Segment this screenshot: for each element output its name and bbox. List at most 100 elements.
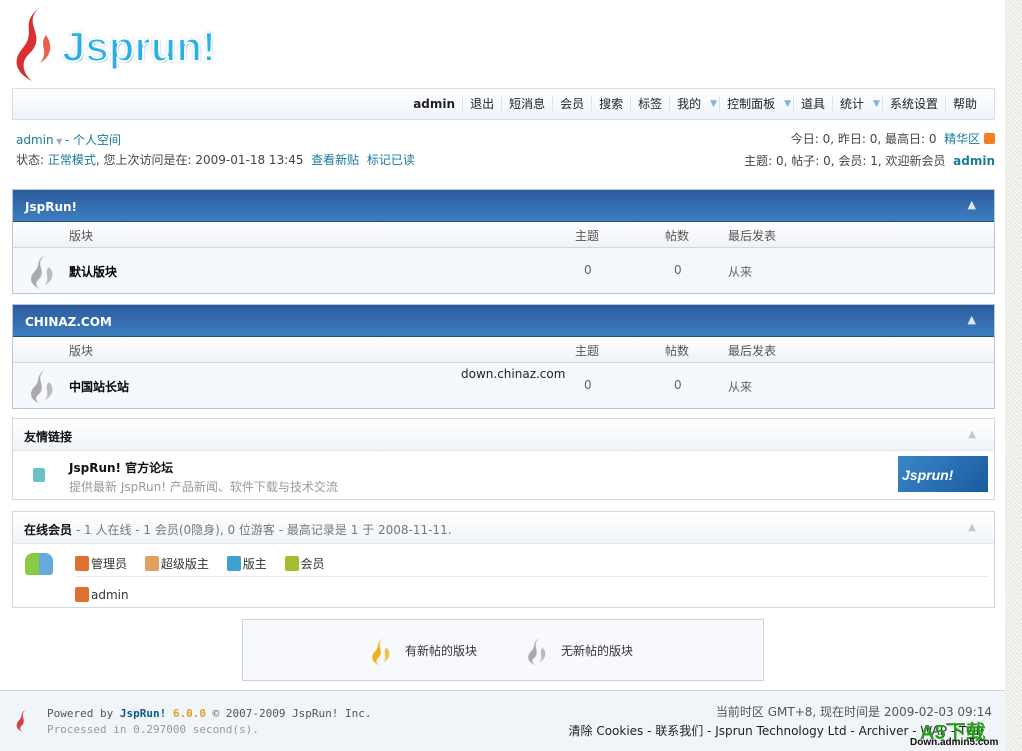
col-threads: 主题 [575,229,600,243]
supermod-icon [144,556,159,571]
nav-members[interactable]: 会员 [552,96,591,112]
personal-space-link[interactable]: - 个人空间 [65,133,121,147]
link-official-forum[interactable]: JspRun! 官方论坛 [69,459,173,476]
nav-tags[interactable]: 标签 [630,96,669,112]
online-summary: - 1 人在线 - 1 会员(0隐身), 0 位游客 - 最高记录是 1 于 2… [75,523,452,537]
nav-items[interactable]: 道具 [793,96,832,112]
no-new-posts-icon [31,370,53,404]
newest-member-link[interactable]: admin [953,154,995,168]
nav-search[interactable]: 搜索 [591,96,630,112]
nav-messages[interactable]: 短消息 [501,96,552,112]
chevron-down-icon[interactable]: ▼ [871,96,882,112]
logo-text: Jsprun! [61,22,217,71]
top-nav: admin 退出 短消息 会员 搜索 标签 我的 ▼ 控制面板 ▼ 道具 统计 ▼ 系… [12,88,995,120]
flame-logo-icon [16,7,51,81]
forum-threads: 0 [584,263,592,277]
legend-mod: 版主 [242,557,267,571]
category-chinaz: CHINAZ.COM ▲ 版块 主题 帖数 最后发表 中国站长站 down.chi… [12,304,995,409]
chevron-down-icon[interactable]: ▼ [54,137,65,146]
forum-name-link[interactable]: 中国站长站 [69,378,129,395]
forum-posts: 0 [674,378,682,392]
last-visit: , 您上次访问是在: 2009-01-18 13:45 [95,153,304,167]
legend-supermod: 超级版主 [160,557,209,571]
footer: Powered by JspRun! 6.0.0 © 2007-2009 Jsp… [0,690,1005,751]
online-user[interactable]: admin [75,587,129,602]
legend-none: 无新帖的版块 [561,644,634,658]
legend-new: 有新帖的版块 [405,644,478,658]
forum-posts: 0 [674,263,682,277]
chevron-down-icon[interactable]: ▼ [782,96,793,112]
legend-admin: 管理员 [91,557,128,571]
powered-by: Powered by [47,707,114,720]
stats-today: 今日: 0, 昨日: 0, 最高日: 0 [790,132,937,146]
nav-admin[interactable]: admin [406,96,462,112]
status-label: 状态: [16,153,45,167]
online-title: 在线会员 [24,523,73,537]
admin-icon [75,587,89,602]
stats: 今日: 0, 昨日: 0, 最高日: 0 精华区 主题: 0, 帖子: 0, 会… [744,130,995,169]
nav-logout[interactable]: 退出 [462,96,501,112]
online-legend: 管理员 超级版主 版主 会员 [75,555,988,577]
a5-watermark-url: Down.admin5.com [910,737,999,748]
logo[interactable]: Jsprun! [10,5,217,83]
mark-read-link[interactable]: 标记已读 [367,153,415,167]
scrollbar[interactable] [1005,0,1022,751]
collapse-icon[interactable]: ▲ [968,313,976,326]
nav-control-panel[interactable]: 控制面板 [719,96,782,112]
category-title[interactable]: JspRun! [25,200,77,214]
home-icon [33,468,45,482]
online-members: 在线会员 - 1 人在线 - 1 会员(0隐身), 0 位游客 - 最高记录是 … [12,511,995,608]
banner-text: Jsprun! [902,467,954,483]
chevron-down-icon[interactable]: ▼ [708,96,719,112]
stats-totals: 主题: 0, 帖子: 0, 会员: 1, 欢迎新会员 [744,154,946,168]
nav-settings[interactable]: 系统设置 [881,96,945,112]
collapse-icon[interactable]: ▲ [968,522,976,533]
column-header: 版块 主题 帖数 最后发表 [13,222,994,248]
user-line: admin ▼ - 个人空间 [16,131,121,148]
friend-links: 友情链接 ▲ JspRun! 官方论坛 提供最新 JspRun! 产品新闻、软件下… [12,418,995,500]
links-title: 友情链接 [24,430,73,444]
link-desc: 提供最新 JspRun! 产品新闻、软件下载与技术交流 [69,480,338,494]
watermark-text: down.chinaz.com [461,367,566,381]
col-forum: 版块 [69,344,94,358]
forum-icon-legend: 有新帖的版块 无新帖的版块 [242,619,764,681]
forum-name-link[interactable]: 默认版块 [69,263,117,280]
nav-stats[interactable]: 统计 [832,96,871,112]
copyright: © 2007-2009 JspRun! Inc. [212,707,372,720]
collapse-icon[interactable]: ▲ [968,198,976,211]
admin-icon [75,556,89,571]
forum-last-post: 从来 [728,380,753,394]
col-posts: 帖数 [665,229,690,243]
new-posts-link[interactable]: 查看新贴 [311,153,359,167]
new-posts-icon [372,638,390,666]
forum-threads: 0 [584,378,592,392]
processed-time: Processed in 0.297000 second(s). [47,723,259,736]
user-menu[interactable]: admin [16,133,54,147]
member-icon [284,556,299,571]
category-title[interactable]: CHINAZ.COM [25,315,112,329]
forum-row: 默认版块 0 0 从来 [13,248,994,293]
jsprun-banner[interactable]: Jsprun! [898,456,988,492]
no-new-posts-icon [528,638,546,666]
collapse-icon[interactable]: ▲ [968,429,976,440]
forum-row: 中国站长站 down.chinaz.com 0 0 从来 [13,363,994,408]
mode-link[interactable]: 正常模式 [48,153,96,167]
no-new-posts-icon [31,255,53,289]
col-posts: 帖数 [665,344,690,358]
col-forum: 版块 [69,229,94,243]
brand-link[interactable]: JspRun! [120,707,166,720]
nav-help[interactable]: 帮助 [944,96,984,112]
forum-last-post: 从来 [728,265,753,279]
category-jsprun: JspRun! ▲ 版块 主题 帖数 最后发表 默认版块 0 0 从来 [12,189,995,294]
rss-icon[interactable] [984,133,995,144]
version: 6.0.0 [172,707,206,720]
status-line: 状态: 正常模式, 您上次访问是在: 2009-01-18 13:45 查看新贴… [16,151,415,168]
users-icon [25,553,53,575]
column-header: 版块 主题 帖数 最后发表 [13,337,994,363]
legend-member: 会员 [300,557,325,571]
col-last: 最后发表 [728,344,777,358]
digest-link[interactable]: 精华区 [944,132,980,146]
online-user-name[interactable]: admin [91,588,129,602]
col-threads: 主题 [575,344,600,358]
nav-my[interactable]: 我的 [669,96,708,112]
